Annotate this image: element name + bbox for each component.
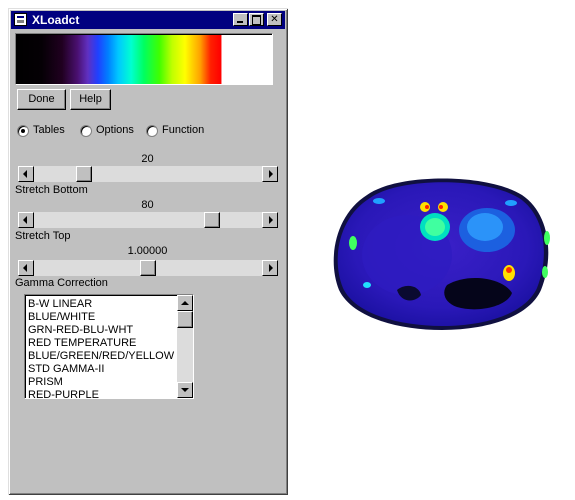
radio-function-label: Function [162, 124, 205, 136]
scroll-right-arrow-icon[interactable] [262, 166, 278, 182]
list-item[interactable]: B-W LINEAR [28, 298, 193, 311]
stretch-top-slider[interactable] [18, 212, 278, 228]
gamma-label: Gamma Correction [15, 277, 108, 289]
radio-tables-indicator[interactable] [17, 125, 29, 137]
ct-scan-image [333, 178, 550, 330]
list-scrollbar[interactable] [177, 295, 193, 398]
close-button[interactable]: ✕ [267, 13, 282, 26]
list-item[interactable]: RED TEMPERATURE [28, 337, 193, 350]
list-item[interactable]: STD GAMMA-II [28, 363, 193, 376]
list-item[interactable]: PRISM [28, 376, 193, 389]
slider-thumb[interactable] [140, 260, 156, 276]
slider-thumb[interactable] [76, 166, 93, 182]
radio-options-indicator[interactable] [80, 125, 92, 137]
scroll-down-arrow-icon[interactable] [177, 382, 193, 398]
scroll-right-arrow-icon[interactable] [262, 212, 278, 228]
gamma-slider[interactable] [18, 260, 278, 276]
list-item[interactable]: RED-PURPLE [28, 389, 193, 398]
radio-function-indicator[interactable] [146, 125, 158, 137]
stretch-bottom-slider[interactable] [18, 166, 278, 182]
title-bar[interactable]: XLoadct ✕ [11, 11, 285, 29]
minimize-button[interactable] [233, 13, 248, 26]
stretch-top-label: Stretch Top [15, 230, 71, 242]
window-menu-icon[interactable] [14, 13, 27, 26]
window-title: XLoadct [32, 13, 80, 27]
radio-tables-label: Tables [33, 124, 65, 136]
stretch-bottom-label: Stretch Bottom [15, 184, 88, 196]
scrollbar-thumb[interactable] [177, 311, 193, 328]
scroll-up-arrow-icon[interactable] [177, 295, 193, 311]
scroll-left-arrow-icon[interactable] [18, 166, 34, 182]
scroll-right-arrow-icon[interactable] [262, 260, 278, 276]
scroll-left-arrow-icon[interactable] [18, 260, 34, 276]
list-item[interactable]: BLUE/WHITE [28, 311, 193, 324]
color-table-preview [15, 33, 273, 85]
gamma-value: 1.00000 [127, 245, 168, 257]
color-table-list[interactable]: B-W LINEAR BLUE/WHITE GRN-RED-BLU-WHT RE… [24, 294, 194, 399]
list-item[interactable]: BLUE/GREEN/RED/YELLOW [28, 350, 193, 363]
done-button[interactable]: Done [17, 89, 66, 110]
radio-options-label: Options [96, 124, 134, 136]
slider-thumb[interactable] [203, 212, 220, 228]
stretch-top-value: 80 [141, 199, 154, 211]
xloadct-window: XLoadct ✕ Done Help Tables Options Funct… [8, 8, 288, 495]
scroll-left-arrow-icon[interactable] [18, 212, 34, 228]
stretch-bottom-value: 20 [141, 153, 154, 165]
maximize-button[interactable] [249, 13, 264, 26]
list-item[interactable]: GRN-RED-BLU-WHT [28, 324, 193, 337]
help-button[interactable]: Help [70, 89, 111, 110]
